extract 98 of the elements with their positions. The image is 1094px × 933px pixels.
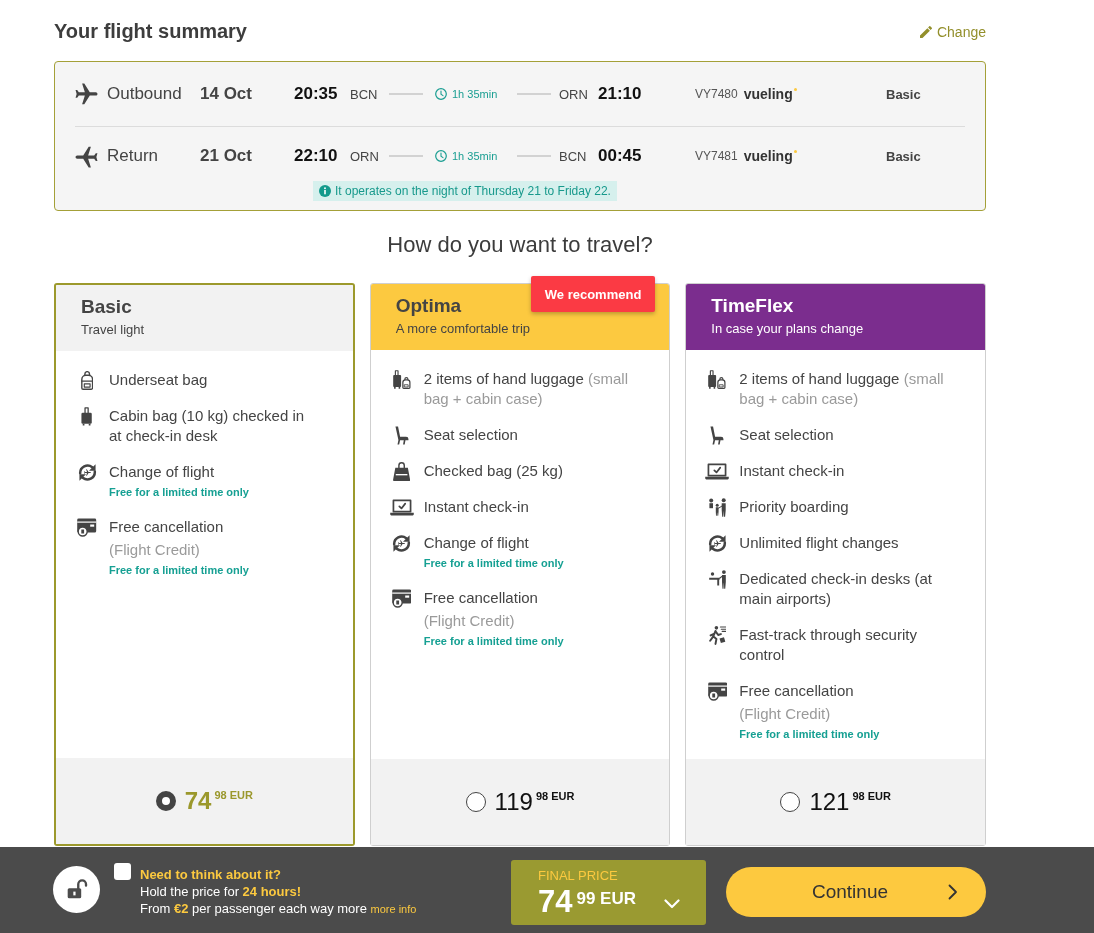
feature-text: Free cancellation: [109, 517, 225, 537]
flight-duration: 1h 35min: [452, 88, 498, 100]
feature-text: Change of flight: [109, 462, 216, 482]
suitcase-icon: [81, 407, 93, 426]
feature-note: (Flight Credit): [423, 611, 515, 631]
fare-class: Basic: [886, 86, 922, 102]
fare-name: Basic: [81, 295, 132, 319]
promo-text: Free for a limited time only: [739, 727, 880, 742]
fare-radio[interactable]: [155, 791, 176, 811]
card-seal-icon: [77, 518, 97, 537]
fare-name: Optima: [395, 294, 462, 318]
laptop-check-icon: [705, 462, 730, 481]
arrival-airport: ORN: [559, 86, 589, 102]
pencil-icon: [919, 25, 932, 38]
departure-airport: ORN: [350, 148, 380, 164]
airline-logo: vueling: [743, 148, 793, 164]
feature-text: Instant check-in: [739, 461, 846, 481]
final-price-label: FINAL PRICE: [538, 867, 618, 884]
plane-arrows-icon: [77, 463, 97, 482]
plane-icon: [75, 82, 98, 106]
seat-icon: [394, 426, 409, 445]
plane-arrows-icon: [707, 534, 727, 553]
running-person-icon: [708, 626, 727, 645]
summary-title: Your flight summary: [54, 20, 247, 43]
fares-heading: How do you want to travel?: [387, 233, 653, 257]
arrival-airport: BCN: [559, 148, 588, 164]
notice-text: It operates on the night of Thursday 21 to Friday 22.: [335, 184, 611, 198]
promo-text: Free for a limited time only: [423, 634, 564, 649]
flight-direction-label: Return: [107, 146, 160, 166]
promo-text: Free for a limited time only: [423, 556, 564, 571]
feature-text: Seat selection: [739, 425, 835, 445]
fare-subtitle: A more comfortable trip: [395, 320, 531, 338]
bag-icon: [393, 462, 411, 481]
feature-text: Change of flight: [423, 533, 530, 553]
departure-airport: BCN: [350, 86, 379, 102]
clock-icon: [435, 150, 447, 162]
feature-text: Priority boarding: [739, 497, 850, 517]
flight-number: VY7481: [695, 149, 738, 163]
arrival-time: 00:45: [598, 146, 643, 166]
feature-text: Checked bag (25 kg): [423, 461, 564, 481]
fare-subtitle: In case your plans change: [711, 320, 864, 338]
lock-icon: [53, 865, 100, 913]
change-link[interactable]: Change: [919, 23, 986, 40]
continue-button[interactable]: Continue: [726, 867, 986, 917]
feature-text: Underseat bag: [109, 370, 209, 390]
arrival-time: 21:10: [598, 84, 643, 104]
people-icon: [708, 498, 726, 517]
hold-price-text: Hold the price for 24 hours!: [140, 883, 302, 900]
desk-people-icon: [708, 570, 726, 589]
feature-text: Free cancellation: [739, 681, 855, 701]
promo-text: Free for a limited time only: [109, 563, 249, 578]
fare-radio[interactable]: [780, 792, 801, 812]
flight-date: 21 Oct: [200, 146, 253, 166]
fare-class: Basic: [886, 148, 922, 164]
feature-text: Free cancellation: [423, 588, 539, 608]
plane-arrows-icon: [392, 534, 412, 553]
feature-text: 2 items of hand luggage (small bag + cabin case): [423, 369, 629, 409]
fare-radio[interactable]: [465, 792, 486, 812]
laptop-check-icon: [389, 498, 414, 517]
feature-text: Fast-track through security control: [739, 625, 918, 665]
plane-icon: [75, 144, 98, 168]
airline-logo: vueling: [743, 86, 793, 102]
feature-text: Instant check-in: [423, 497, 530, 517]
feature-note: (Flight Credit): [739, 704, 831, 724]
luggage-icon: [708, 370, 727, 389]
recommendation-badge: We recommend: [530, 276, 656, 312]
promo-text: Free for a limited time only: [109, 485, 249, 500]
feature-note: (Flight Credit): [109, 540, 200, 560]
card-seal-icon: [391, 589, 412, 608]
logo-dot-icon: [793, 150, 797, 153]
feature-text: Cabin bag (10 kg) checked in at check-in desk: [109, 406, 306, 446]
chevron-down-icon[interactable]: [664, 898, 680, 909]
departure-time: 20:35: [294, 84, 339, 104]
backpack-icon: [80, 371, 94, 390]
fare-subtitle: Travel light: [81, 321, 145, 339]
clock-icon: [435, 88, 447, 100]
feature-text: 2 items of hand luggage (small bag + cabin case): [739, 369, 945, 409]
fare-card[interactable]: [685, 283, 986, 846]
fare-card[interactable]: [369, 283, 671, 846]
passenger-fee-text: From €2 per passenger each way more: [140, 901, 367, 916]
feature-text: Unlimited flight changes: [739, 533, 900, 553]
flight-date: 14 Oct: [200, 84, 253, 104]
feature-text: Seat selection: [423, 425, 519, 445]
more-info-link[interactable]: more info: [370, 903, 417, 915]
flight-duration: 1h 35min: [452, 150, 498, 162]
seat-icon: [710, 426, 725, 445]
info-icon: [319, 185, 331, 197]
logo-dot-icon: [793, 88, 797, 91]
feature-text: Dedicated check-in desks (at main airports): [739, 569, 933, 609]
flight-number: VY7480: [695, 87, 738, 101]
hold-checkbox[interactable]: [114, 863, 131, 880]
luggage-icon: [392, 370, 411, 389]
chevron-right-icon: [948, 884, 958, 900]
flight-direction-label: Outbound: [107, 84, 183, 104]
card-seal-icon: [707, 682, 728, 701]
departure-time: 22:10: [294, 146, 339, 166]
fare-name: TimeFlex: [711, 294, 794, 318]
hold-title: Need to think about it?: [140, 866, 281, 883]
